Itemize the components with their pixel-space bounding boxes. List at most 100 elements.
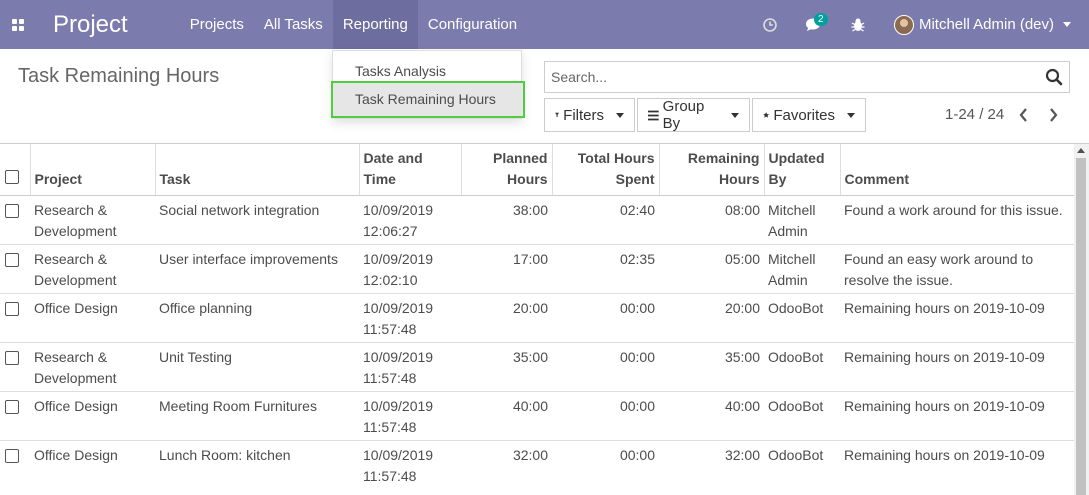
app-brand[interactable]: Project <box>53 11 128 39</box>
row-checkbox[interactable] <box>5 448 19 463</box>
menu-reporting[interactable]: Reporting <box>332 0 418 49</box>
cell-planned-hours: 38:00 <box>461 194 552 244</box>
filters-button[interactable]: Filters <box>544 98 635 132</box>
column-header-remaining-hours[interactable]: Remaining Hours <box>659 144 765 196</box>
cell-comment: Found a work around for this issue. <box>840 194 1074 244</box>
cell-task: Lunch Room: kitchen <box>155 439 359 489</box>
cell-updated-by: OdooBot <box>764 292 840 342</box>
debug-bug-icon[interactable] <box>836 0 880 49</box>
cell-hours-spent: 02:35 <box>552 243 659 293</box>
filter-icon <box>555 112 560 118</box>
pager-previous-icon[interactable] <box>1013 104 1033 126</box>
column-header-project[interactable]: Project <box>30 144 156 196</box>
cell-comment: Remaining hours on 2019-10-09 <box>840 390 1074 440</box>
search-icon[interactable] <box>1045 68 1063 89</box>
row-select-cell <box>0 243 30 293</box>
menu-configuration[interactable]: Configuration <box>418 0 527 49</box>
row-select-cell <box>0 390 30 440</box>
select-all-checkbox[interactable] <box>5 169 19 184</box>
row-checkbox[interactable] <box>5 399 19 414</box>
vertical-scrollbar[interactable] <box>1074 144 1089 495</box>
chat-badge: 2 <box>813 13 828 26</box>
table-header-row: Project Task Date and Time Planned Hours… <box>0 144 1075 196</box>
cell-task: Social network integration <box>155 194 359 244</box>
cell-date: 10/09/2019 12:06:27 <box>359 194 461 244</box>
cell-remaining-hours: 20:00 <box>659 292 764 342</box>
column-header-date[interactable]: Date and Time <box>359 144 462 196</box>
table-row[interactable]: Office Design Lunch Room: kitchen 10/09/… <box>0 439 1074 489</box>
cell-task: User interface improvements <box>155 243 359 293</box>
cell-project: Research & Development <box>30 341 155 391</box>
cell-project: Office Design <box>30 439 155 489</box>
cell-hours-spent: 02:40 <box>552 194 659 244</box>
user-menu[interactable]: Mitchell Admin (dev) <box>880 0 1089 49</box>
row-checkbox[interactable] <box>5 203 19 218</box>
table-row[interactable]: Office Design Meeting Room Furnitures 10… <box>0 390 1074 440</box>
row-select-cell <box>0 341 30 391</box>
chevron-down-icon <box>731 112 739 118</box>
cell-updated-by: OdooBot <box>764 439 840 489</box>
cell-hours-spent: 00:00 <box>552 439 659 489</box>
cell-hours-spent: 00:00 <box>552 341 659 391</box>
cell-hours-spent: 00:00 <box>552 292 659 342</box>
messaging-chat-icon[interactable]: 2 <box>792 0 836 49</box>
column-header-updated-by[interactable]: Updated By <box>764 144 841 196</box>
reporting-dropdown-menu: Tasks Analysis Task Remaining Hours <box>331 50 525 119</box>
row-select-cell <box>0 439 30 489</box>
column-header-planned-hours[interactable]: Planned Hours <box>461 144 553 196</box>
table-row[interactable]: Office Design Office planning 10/09/2019… <box>0 292 1074 342</box>
column-header-total-hours-spent[interactable]: Total Hours Spent <box>552 144 660 196</box>
pager-next-icon[interactable] <box>1043 104 1063 126</box>
cell-planned-hours: 17:00 <box>461 243 552 293</box>
cell-updated-by: Mitchell Admin <box>764 194 840 244</box>
search-box <box>544 61 1070 93</box>
cell-comment: Remaining hours on 2019-10-09 <box>840 292 1074 342</box>
user-avatar <box>893 14 914 35</box>
cell-date: 10/09/2019 11:57:48 <box>359 390 461 440</box>
cell-updated-by: Mitchell Admin <box>764 243 840 293</box>
cell-planned-hours: 32:00 <box>461 439 552 489</box>
group-by-label: Group By <box>662 98 705 132</box>
table-row[interactable]: Research & Development User interface im… <box>0 243 1074 293</box>
scroll-up-arrow-icon[interactable] <box>1077 148 1085 153</box>
cell-task: Unit Testing <box>155 341 359 391</box>
menu-item-task-remaining-hours[interactable]: Task Remaining Hours <box>331 81 525 118</box>
cell-comment: Remaining hours on 2019-10-09 <box>840 341 1074 391</box>
row-select-cell <box>0 194 30 244</box>
task-remaining-hours-table: Project Task Date and Time Planned Hours… <box>0 144 1075 489</box>
group-by-button[interactable]: Group By <box>637 98 750 132</box>
column-header-comment[interactable]: Comment <box>840 144 1075 196</box>
cell-hours-spent: 00:00 <box>552 390 659 440</box>
cell-project: Research & Development <box>30 194 155 244</box>
star-icon <box>763 112 770 118</box>
activity-clock-icon[interactable] <box>748 0 792 49</box>
chevron-down-icon <box>1063 22 1071 27</box>
menu-all-tasks[interactable]: All Tasks <box>254 0 333 49</box>
favorites-button[interactable]: Favorites <box>752 98 866 132</box>
table-row[interactable]: Research & Development Social network in… <box>0 194 1074 244</box>
table-row[interactable]: Research & Development Unit Testing 10/0… <box>0 341 1074 391</box>
favorites-label: Favorites <box>773 106 835 124</box>
cell-date: 10/09/2019 11:57:48 <box>359 439 461 489</box>
page-title: Task Remaining Hours <box>18 65 220 87</box>
row-checkbox[interactable] <box>5 350 19 365</box>
pager-value[interactable]: 1-24 / 24 <box>945 106 1004 123</box>
cell-planned-hours: 20:00 <box>461 292 552 342</box>
cell-comment: Remaining hours on 2019-10-09 <box>840 439 1074 489</box>
row-checkbox[interactable] <box>5 301 19 316</box>
cell-comment: Found an easy work around to resolve the… <box>840 243 1074 293</box>
cell-planned-hours: 40:00 <box>461 390 552 440</box>
cell-remaining-hours: 32:00 <box>659 439 764 489</box>
column-header-task[interactable]: Task <box>155 144 360 196</box>
cell-remaining-hours: 05:00 <box>659 243 764 293</box>
chevron-down-icon <box>616 112 624 118</box>
search-input[interactable] <box>545 63 1025 91</box>
cell-task: Office planning <box>155 292 359 342</box>
menu-projects[interactable]: Projects <box>180 0 254 49</box>
top-navbar: Project Projects All Tasks Reporting Con… <box>0 0 1089 49</box>
app-switcher-button[interactable] <box>0 0 36 49</box>
menu-item-tasks-analysis[interactable]: Tasks Analysis <box>355 63 446 79</box>
row-checkbox[interactable] <box>5 252 19 267</box>
apps-grid-icon <box>12 18 24 31</box>
scrollbar-thumb[interactable] <box>1076 158 1086 495</box>
